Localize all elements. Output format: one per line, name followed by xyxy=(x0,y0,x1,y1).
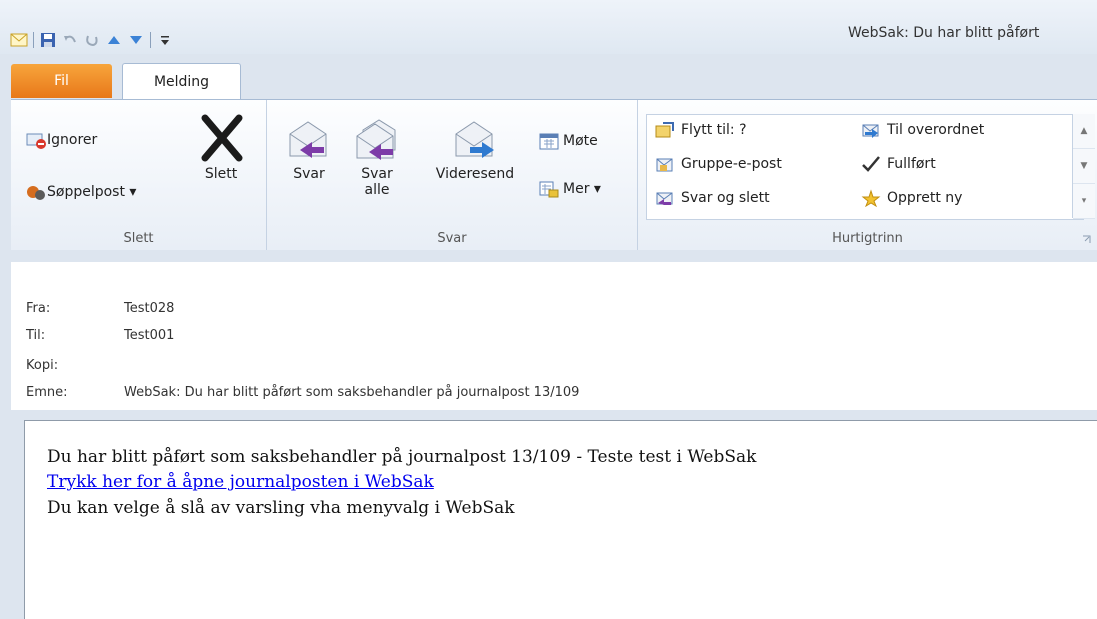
quickstep-done[interactable]: Fullført xyxy=(861,155,936,173)
ignore-button[interactable]: Ignorer xyxy=(25,130,97,150)
forward-button[interactable]: Videresend xyxy=(425,118,525,182)
done-label: Fullført xyxy=(887,156,936,172)
scroll-up-icon[interactable]: ▲ xyxy=(1073,114,1095,149)
message-header: Fra: Test028 Til: Test001 Kopi: Emne: We… xyxy=(11,262,1097,410)
calendar-icon xyxy=(539,133,559,150)
ignore-label: Ignorer xyxy=(47,132,98,148)
reply-all-label-1: Svar xyxy=(361,166,393,182)
dialog-launcher-icon[interactable] xyxy=(1082,235,1091,244)
forward-icon xyxy=(455,121,494,158)
subject-value: WebSak: Du har blitt påført som saksbeha… xyxy=(124,385,580,400)
reply-all-label-2: alle xyxy=(364,182,390,198)
to-value[interactable]: Test001 xyxy=(124,328,174,343)
to-manager-label: Til overordnet xyxy=(887,122,985,138)
more-label: Mer ▾ xyxy=(563,181,601,197)
group-label-quicksteps: Hurtigtrinn xyxy=(832,231,903,246)
ribbon: Ignorer Søppelpost ▾ Slett Slett Svar Sv… xyxy=(11,99,1097,250)
quickstep-reply-delete[interactable]: Svar og slett xyxy=(655,189,770,207)
junk-icon xyxy=(27,186,45,200)
more-button[interactable]: Mer ▾ xyxy=(539,180,601,198)
redo-icon[interactable] xyxy=(81,30,103,50)
toolbar-separator xyxy=(150,32,151,48)
delete-label: Slett xyxy=(204,166,238,182)
message-body[interactable]: Du har blitt påført som saksbehandler på… xyxy=(24,420,1097,619)
window-title: WebSak: Du har blitt påført xyxy=(848,25,1040,41)
title-bar: WebSak: Du har blitt påført xyxy=(0,0,1097,54)
group-label-delete: Slett xyxy=(123,231,154,246)
quickstep-team-email[interactable]: Gruppe-e-post xyxy=(655,155,782,173)
quickstep-create-new[interactable]: Opprett ny xyxy=(861,189,962,207)
body-line-1: Du har blitt påført som saksbehandler på… xyxy=(47,447,757,467)
envelope-icon[interactable] xyxy=(8,30,30,50)
team-email-label: Gruppe-e-post xyxy=(681,156,782,172)
reply-all-icon xyxy=(356,119,396,160)
reply-all-button[interactable]: Svar alle xyxy=(349,118,405,198)
group-delete: Ignorer Søppelpost ▾ Slett Slett xyxy=(11,100,267,250)
forward-label: Videresend xyxy=(435,166,515,182)
reply-label: Svar xyxy=(293,166,325,182)
reply-delete-label: Svar og slett xyxy=(681,190,770,206)
checkmark-icon xyxy=(862,156,880,172)
tab-file[interactable]: Fil xyxy=(11,64,112,98)
from-label: Fra: xyxy=(26,301,51,316)
create-new-icon xyxy=(861,189,881,207)
group-label-reply: Svar xyxy=(437,231,467,246)
quicksteps-scrollbar[interactable]: ▲ ▼ ▾ xyxy=(1072,114,1095,219)
quickstep-move-to[interactable]: Flytt til: ? xyxy=(655,121,747,139)
previous-item-icon[interactable] xyxy=(103,30,125,50)
create-new-label: Opprett ny xyxy=(887,190,963,206)
move-folder-icon xyxy=(655,122,674,138)
more-icon xyxy=(539,181,559,198)
cc-label: Kopi: xyxy=(26,358,59,373)
next-item-icon[interactable] xyxy=(125,30,147,50)
ignore-icon xyxy=(26,133,46,149)
junk-label: Søppelpost ▾ xyxy=(47,184,137,200)
junk-button[interactable]: Søppelpost ▾ xyxy=(25,182,136,202)
to-label: Til: xyxy=(26,328,46,343)
subject-label: Emne: xyxy=(26,385,68,400)
delete-button[interactable]: Slett xyxy=(191,114,251,182)
quickstep-to-manager[interactable]: Til overordnet xyxy=(861,121,984,139)
save-icon[interactable] xyxy=(37,30,59,50)
quicksteps-gallery: Flytt til: ? Gruppe-e-post Svar og slett… xyxy=(646,114,1084,220)
reply-icon xyxy=(289,121,327,158)
meeting-button[interactable]: Møte xyxy=(539,132,598,150)
quick-access-toolbar xyxy=(8,30,176,50)
undo-icon[interactable] xyxy=(59,30,81,50)
group-reply: Svar Svar alle Videresend Møte Mer ▾ Sva… xyxy=(267,100,638,250)
tab-message[interactable]: Melding xyxy=(122,63,241,100)
delete-x-icon xyxy=(201,114,243,162)
body-line-3: Du kan velge å slå av varsling vha menyv… xyxy=(47,498,515,518)
to-manager-icon xyxy=(862,124,879,138)
team-email-icon xyxy=(656,158,673,172)
toolbar-separator xyxy=(33,32,34,48)
customize-toolbar-icon[interactable] xyxy=(154,30,176,50)
gallery-expand-icon[interactable]: ▾ xyxy=(1073,184,1095,219)
scroll-down-icon[interactable]: ▼ xyxy=(1073,149,1095,184)
from-value[interactable]: Test028 xyxy=(124,301,174,316)
move-to-label: Flytt til: ? xyxy=(681,122,747,138)
reply-delete-icon xyxy=(656,192,673,205)
open-journal-link[interactable]: Trykk her for å åpne journalposten i Web… xyxy=(47,472,434,492)
meeting-label: Møte xyxy=(563,133,598,149)
reply-button[interactable]: Svar xyxy=(283,118,335,182)
